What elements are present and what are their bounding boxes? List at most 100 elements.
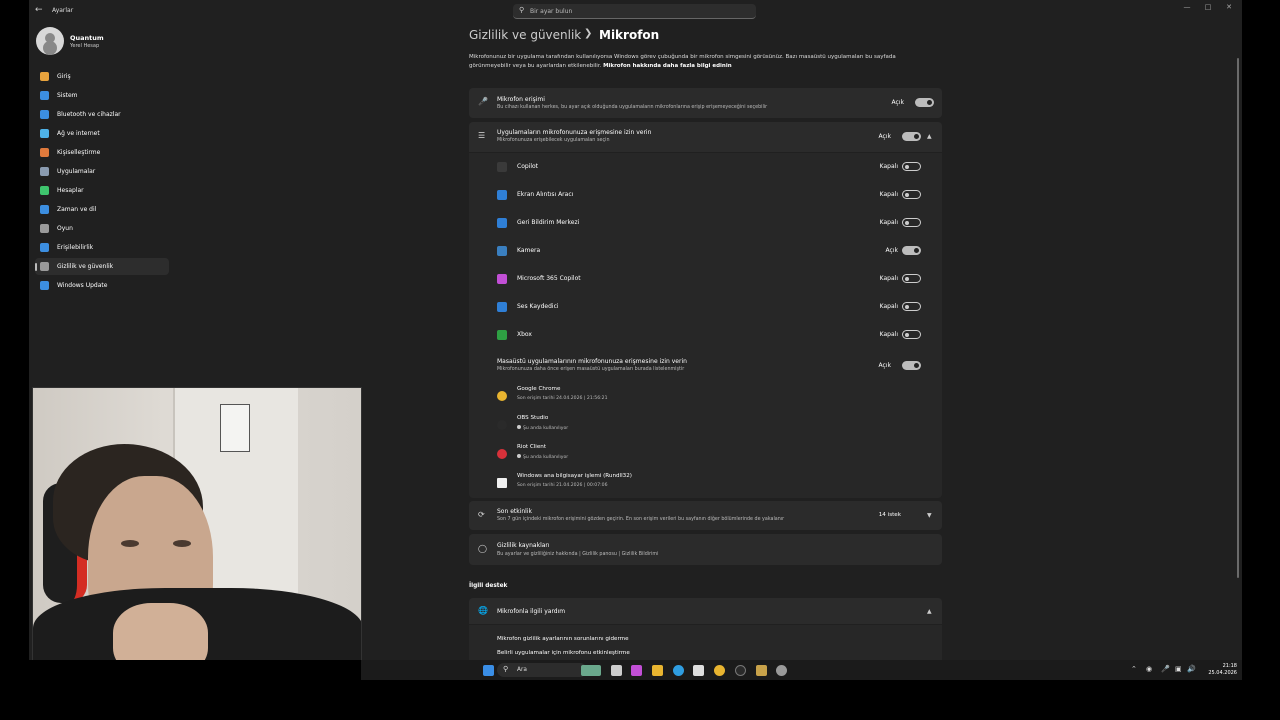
app-row: Xbox Kapalı (469, 321, 942, 349)
app-toggle[interactable] (902, 274, 921, 283)
scrollbar[interactable] (1237, 58, 1239, 578)
app-toggle[interactable] (902, 218, 921, 227)
app-access-state: Açık (878, 133, 891, 140)
app-row: Kamera Açık (469, 237, 942, 265)
settings-gear-icon[interactable] (776, 665, 787, 676)
app-state: Kapalı (879, 331, 898, 338)
chevron-up-icon[interactable]: ⌃ (1131, 665, 1137, 673)
mic-access-state: Açık (891, 99, 904, 106)
system-icon (40, 91, 49, 100)
network-icon (40, 129, 49, 138)
sidebar-item[interactable]: Zaman ve dil (35, 201, 169, 218)
mic-access-title: Mikrofon erişimi (497, 96, 545, 103)
obs-icon (497, 420, 507, 430)
desktop-app-name: Windows ana bilgisayar işlemi (Rundll32) (517, 473, 632, 479)
recent-activity-title: Son etkinlik (497, 508, 532, 515)
back-arrow-icon[interactable]: ← (35, 5, 43, 15)
chevron-right-icon: ❯ (584, 28, 593, 39)
monitor-icon[interactable]: ▣ (1175, 665, 1182, 673)
sidebar-item[interactable]: Kişiselleştirme (35, 144, 169, 161)
clock[interactable]: 21:18 25.04.2026 (1203, 663, 1237, 677)
taskbar-search[interactable]: ⚲ Ara (497, 663, 587, 677)
store-icon[interactable] (693, 665, 704, 676)
breadcrumb-parent[interactable]: Gizlilik ve güvenlik (469, 28, 581, 42)
recent-activity-card[interactable]: ⟳ Son etkinlik Son 7 gün içindeki mikrof… (469, 501, 942, 530)
sidebar-item[interactable]: Gizlilik ve güvenlik (35, 258, 169, 275)
desktop-app-detail: Son erişim tarihi 24.04.2026 | 21:56:21 (517, 396, 608, 401)
account-type: Yerel Hesap (70, 43, 100, 49)
desktop-access-toggle[interactable] (902, 361, 921, 370)
file-explorer-icon[interactable] (652, 665, 663, 676)
sidebar-item[interactable]: Giriş (35, 68, 169, 85)
sidebar-item[interactable]: Erişilebilirlik (35, 239, 169, 256)
app-access-toggle[interactable] (902, 132, 921, 141)
microphone-icon: 🎤 (478, 97, 488, 106)
task-view-icon[interactable] (611, 665, 622, 676)
edge-icon[interactable] (673, 665, 684, 676)
search-input[interactable] (530, 6, 740, 17)
sidebar-item[interactable]: Windows Update (35, 277, 169, 294)
maximize-icon[interactable]: □ (1201, 3, 1215, 11)
avatar[interactable] (36, 27, 64, 55)
app-toggle[interactable] (902, 302, 921, 311)
file-icon (497, 478, 507, 488)
app-state: Açık (885, 247, 898, 254)
sidebar-item[interactable]: Bluetooth ve cihazlar (35, 106, 169, 123)
app-toggle[interactable] (902, 162, 921, 171)
learn-more-link[interactable]: Mikrofon hakkında daha fazla bilgi edini… (603, 63, 732, 69)
privacy-resources-links[interactable]: Bu ayarlar ve gizliliğiniz hakkında | Gi… (497, 552, 658, 557)
mic-access-toggle[interactable] (915, 98, 934, 107)
obs-icon[interactable] (735, 665, 746, 676)
sidebar-item[interactable]: Hesaplar (35, 182, 169, 199)
gamepad-icon (40, 224, 49, 233)
chrome-icon[interactable] (714, 665, 725, 676)
desktop-app-detail-text: Son erişim tarihi 24.04.2026 | 21:56:21 (517, 396, 608, 401)
desktop-app-detail: Son erişim tarihi 21.04.2026 | 00:07:06 (517, 483, 608, 488)
mic-help-links: Mikrofon gizlilik ayarlarının sorunların… (469, 625, 942, 660)
in-use-dot-icon (517, 425, 521, 429)
shield-icon (40, 262, 49, 271)
settings-window: ← Ayarlar ⚲ — □ ✕ Quantum Yerel Hesap Gi… (29, 0, 1242, 660)
desktop-app-detail-text: Şu anda kullanılıyor (523, 426, 569, 431)
app-toggle[interactable] (902, 330, 921, 339)
tray-app-icon[interactable]: ◉ (1146, 665, 1152, 673)
app-access-title: Uygulamaların mikrofonunuza erişmesine i… (497, 129, 652, 136)
list-icon: ☰ (478, 131, 486, 140)
mic-help-card[interactable]: 🌐 Mikrofonla ilgili yardım ▲ (469, 598, 942, 624)
app-state: Kapalı (879, 163, 898, 170)
chevron-up-icon[interactable]: ▲ (927, 608, 932, 615)
webcam-eye-left (121, 540, 139, 547)
related-support-heading: İlgili destek (469, 583, 508, 589)
widgets-icon[interactable] (581, 665, 601, 676)
copilot-icon[interactable] (631, 665, 642, 676)
app-access-card[interactable]: ☰ Uygulamaların mikrofonunuza erişmesine… (469, 122, 942, 152)
settings-search[interactable]: ⚲ (513, 4, 756, 19)
microphone-icon[interactable]: 🎤 (1161, 665, 1170, 673)
app-toggle[interactable] (902, 190, 921, 199)
sidebar-item[interactable]: Uygulamalar (35, 163, 169, 180)
app-toggle[interactable] (902, 246, 921, 255)
close-icon[interactable]: ✕ (1222, 3, 1236, 11)
desktop-app-name: OBS Studio (517, 415, 549, 421)
desktop-access-subtitle: Mikrofonunuza daha önce erişen masaüstü … (497, 367, 685, 372)
help-link[interactable]: Belirli uygulamalar için mikrofonu etkin… (497, 650, 630, 656)
sidebar-item[interactable]: Ağ ve internet (35, 125, 169, 142)
copilot-icon (497, 162, 507, 172)
page-description: Mikrofonunuz bir uygulama tarafından kul… (469, 53, 939, 71)
chevron-down-icon[interactable]: ▼ (927, 512, 932, 519)
sidebar-item[interactable]: Oyun (35, 220, 169, 237)
start-icon[interactable] (483, 665, 494, 676)
recent-activity-count: 14 istek (878, 512, 901, 518)
volume-icon[interactable]: 🔊 (1187, 665, 1196, 673)
voice-recorder-icon (497, 302, 507, 312)
taskbar-search-label: Ara (517, 666, 527, 673)
app-name: Kamera (517, 247, 541, 254)
help-link[interactable]: Mikrofon gizlilik ayarlarının sorunların… (497, 636, 629, 642)
clock-date: 25.04.2026 (1208, 670, 1237, 676)
chevron-up-icon[interactable]: ▲ (927, 133, 932, 140)
app-name: Geri Bildirim Merkezi (517, 219, 580, 226)
shield-icon: ◯ (478, 544, 487, 553)
minimize-icon[interactable]: — (1180, 3, 1194, 11)
app-icon[interactable] (756, 665, 767, 676)
sidebar-item[interactable]: Sistem (35, 87, 169, 104)
